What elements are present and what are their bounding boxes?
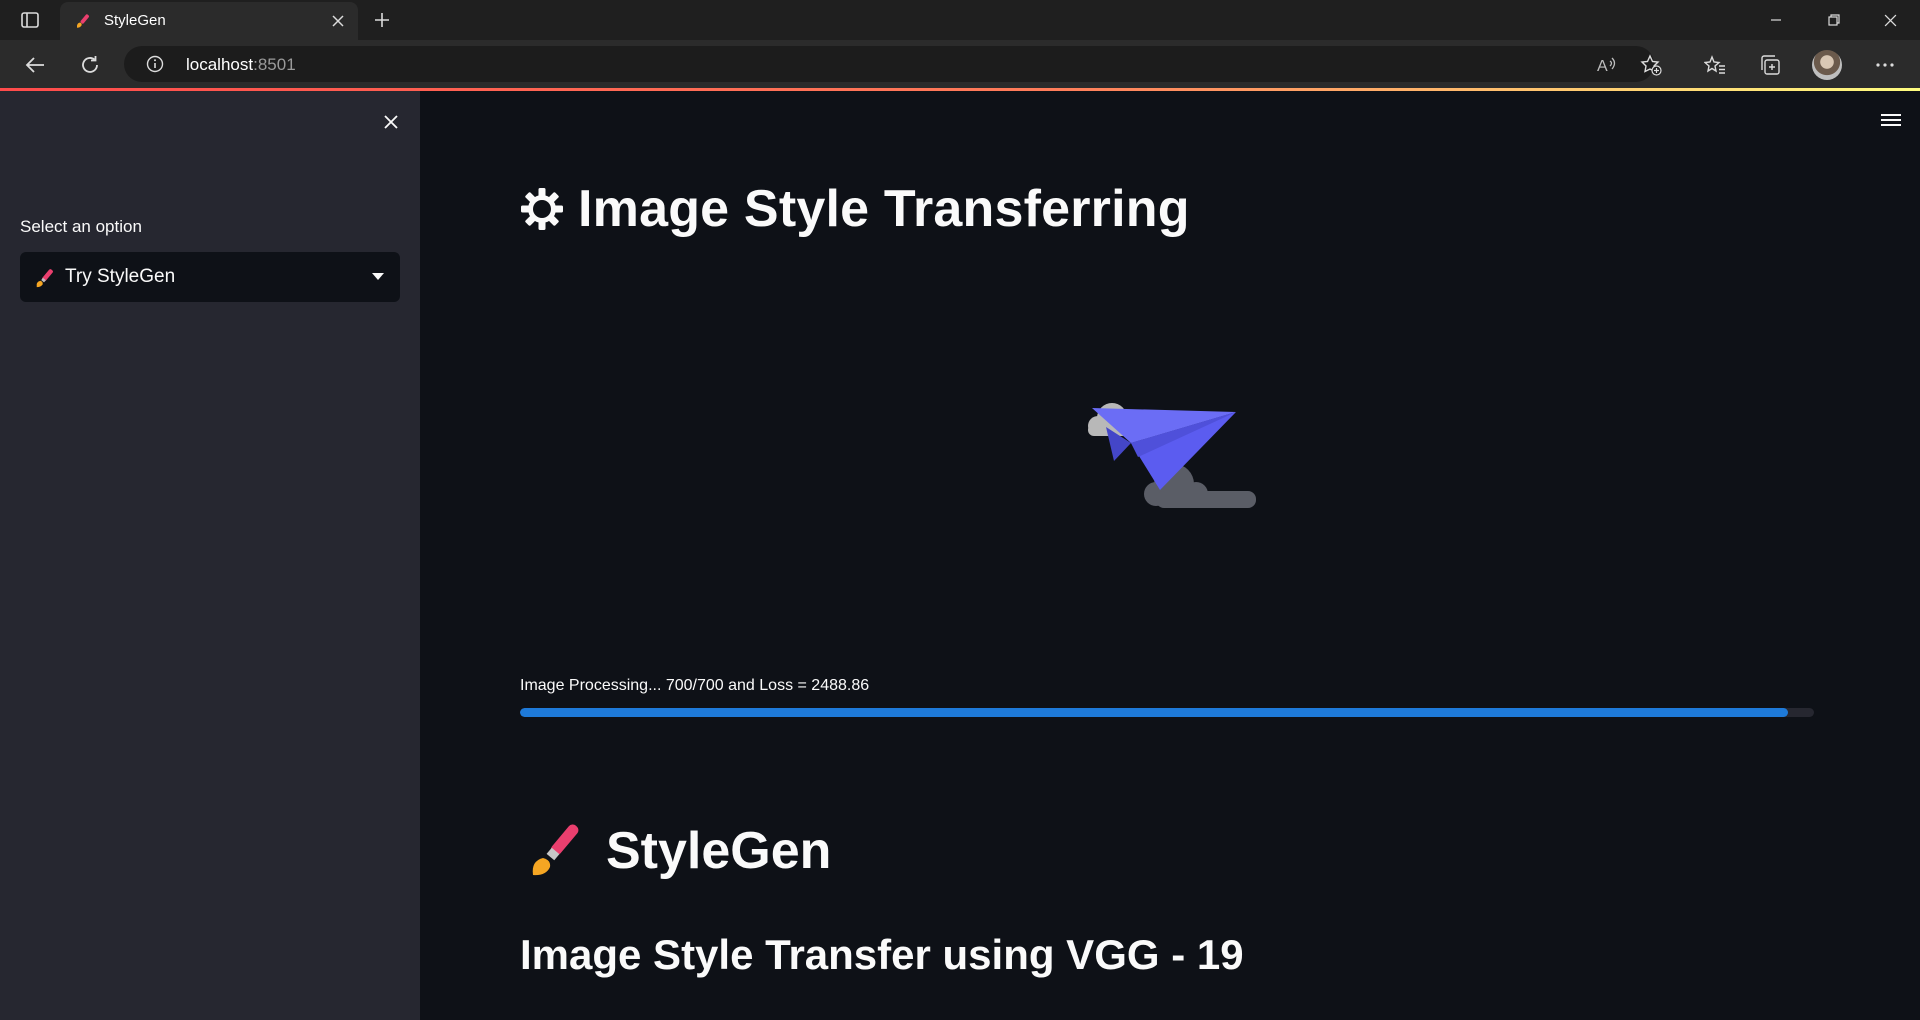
gear-icon <box>521 188 563 230</box>
read-aloud-button[interactable]: A <box>1596 54 1618 76</box>
paintbrush-icon <box>36 269 53 288</box>
paintbrush-icon <box>532 824 579 876</box>
tab-close-button[interactable] <box>328 11 348 31</box>
browser-tab-active[interactable]: StyleGen <box>60 2 358 40</box>
tab-title: StyleGen <box>104 12 166 29</box>
back-button[interactable] <box>20 50 50 80</box>
collections-button[interactable] <box>1755 50 1785 80</box>
sidebar: Select an option Try StyleGen <box>0 91 420 1020</box>
tab-actions-button[interactable] <box>12 8 48 32</box>
select-value: Try StyleGen <box>65 266 176 287</box>
favorites-button[interactable] <box>1700 50 1730 80</box>
svg-text:A: A <box>1597 58 1608 75</box>
add-favorite-button[interactable] <box>1640 54 1662 76</box>
tab-sidebar-icon <box>21 12 39 28</box>
select-label: Select an option <box>20 217 142 236</box>
more-button[interactable] <box>1870 50 1900 80</box>
browser-tab-bar: StyleGen <box>0 0 1920 40</box>
paper-plane-icon <box>1088 403 1256 508</box>
plus-icon <box>375 13 389 27</box>
address-bar[interactable]: localhost:8501 A <box>124 46 1662 82</box>
profile-avatar[interactable] <box>1812 50 1842 80</box>
more-icon <box>1876 63 1894 67</box>
refresh-icon <box>82 56 98 73</box>
main-content: Image Style Transferring Image Processin… <box>420 91 1920 1020</box>
info-icon[interactable] <box>146 55 164 73</box>
subheading: Image Style Transfer using VGG - 19 <box>520 931 1244 978</box>
refresh-button[interactable] <box>75 50 105 80</box>
chevron-down-icon <box>372 273 384 280</box>
url-text[interactable]: localhost:8501 <box>186 55 296 75</box>
progress-bar-fill <box>520 708 1789 717</box>
stylegen-heading-text: StyleGen <box>606 822 832 880</box>
read-aloud-icon: A <box>1597 57 1616 75</box>
window-close-button[interactable] <box>1862 0 1918 40</box>
sidebar-close-button[interactable] <box>378 109 404 135</box>
url-port: :8501 <box>253 55 296 74</box>
minimize-button[interactable] <box>1748 0 1804 40</box>
hamburger-icon[interactable] <box>1880 111 1902 129</box>
favorites-icon <box>1704 55 1725 74</box>
option-select[interactable]: Try StyleGen <box>20 252 400 302</box>
restore-button[interactable] <box>1806 0 1862 40</box>
progress-label: Image Processing... 700/700 and Loss = 2… <box>520 677 870 694</box>
restore-icon <box>1828 14 1840 26</box>
stylegen-heading: StyleGen <box>528 819 831 883</box>
close-icon <box>1884 14 1896 26</box>
close-icon <box>384 115 398 129</box>
close-icon <box>332 15 344 27</box>
browser-toolbar: localhost:8501 A <box>0 40 1920 88</box>
minimize-icon <box>1771 19 1781 21</box>
back-arrow-icon <box>25 57 44 73</box>
new-tab-button[interactable] <box>370 8 394 32</box>
url-host: localhost <box>186 55 254 74</box>
paintbrush-icon <box>76 14 89 28</box>
page-title-text: Image Style Transferring <box>578 180 1190 238</box>
progress-bar <box>520 708 1814 717</box>
page-title: Image Style Transferring <box>520 179 1190 239</box>
favorite-add-icon <box>1640 54 1662 76</box>
collections-icon <box>1761 55 1780 75</box>
